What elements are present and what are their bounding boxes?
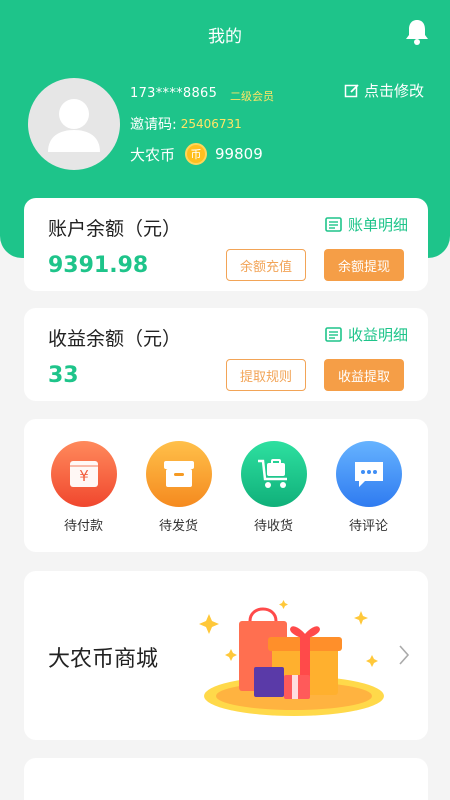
withdraw-rules-button[interactable]: 提取规则 (226, 359, 306, 391)
chevron-right-icon[interactable] (398, 644, 410, 666)
coin-value: 99809 (215, 145, 263, 163)
edit-profile-button[interactable]: 点击修改 (344, 80, 424, 101)
wallet-icon: ¥ (50, 441, 117, 507)
order-pending-payment[interactable]: ¥ 待付款 (44, 441, 124, 552)
order-label: 待发货 (158, 519, 198, 534)
avatar[interactable] (28, 78, 120, 170)
list-icon (325, 217, 342, 232)
order-label: 待评论 (348, 519, 388, 534)
edit-label: 点击修改 (363, 82, 424, 100)
gift-illustration (199, 600, 384, 716)
recharge-button[interactable]: 余额充值 (226, 249, 306, 281)
income-balance-card: 收益余额（元） 收益明细 33 提取规则 收益提取 (24, 308, 428, 401)
chat-icon (335, 441, 402, 507)
account-balance-title: 账户余额（元） (48, 218, 182, 240)
page-title: 我的 (208, 27, 242, 47)
cart-icon (240, 441, 307, 507)
income-balance-title: 收益余额（元） (48, 328, 182, 350)
order-pending-receipt[interactable]: 待收货 (234, 441, 314, 552)
order-label: 待收货 (253, 519, 293, 534)
coin-label: 大农币 (130, 145, 176, 164)
box-icon (145, 441, 212, 507)
bottom-card (24, 758, 428, 800)
coin-icon: 币 (185, 143, 208, 165)
invite-code-row: 邀请码: 25406731 (130, 114, 242, 134)
phone-number: 173****8865 (130, 86, 218, 101)
member-level-badge: 二级会员 (230, 90, 274, 103)
income-withdraw-button[interactable]: 收益提取 (324, 359, 404, 391)
withdraw-button[interactable]: 余额提现 (324, 249, 404, 281)
bill-detail-link[interactable]: 账单明细 (325, 214, 408, 235)
edit-icon (344, 83, 359, 97)
invite-label: 邀请码: (130, 117, 177, 133)
account-balance-card: 账户余额（元） 账单明细 9391.98 余额充值 余额提现 (24, 198, 428, 291)
coin-mall-banner[interactable]: 大农币商城 (24, 571, 428, 740)
bell-icon[interactable] (404, 18, 430, 46)
svg-text:¥: ¥ (79, 467, 89, 485)
income-balance-amount: 33 (48, 363, 79, 388)
bill-detail-label: 账单明细 (347, 216, 408, 234)
income-detail-label: 收益明细 (347, 326, 408, 344)
income-detail-link[interactable]: 收益明细 (325, 324, 408, 345)
order-label: 待付款 (63, 519, 103, 534)
user-placeholder-icon (48, 99, 100, 152)
list-icon (325, 327, 342, 342)
banner-title: 大农币商城 (48, 647, 159, 672)
order-pending-review[interactable]: 待评论 (329, 441, 409, 552)
invite-code: 25406731 (180, 117, 242, 131)
order-status-card: ¥ 待付款 待发货 待收货 待评论 (24, 419, 428, 552)
order-pending-shipment[interactable]: 待发货 (139, 441, 219, 552)
account-balance-amount: 9391.98 (48, 253, 149, 278)
coin-row: 大农币 币 99809 (130, 143, 263, 165)
